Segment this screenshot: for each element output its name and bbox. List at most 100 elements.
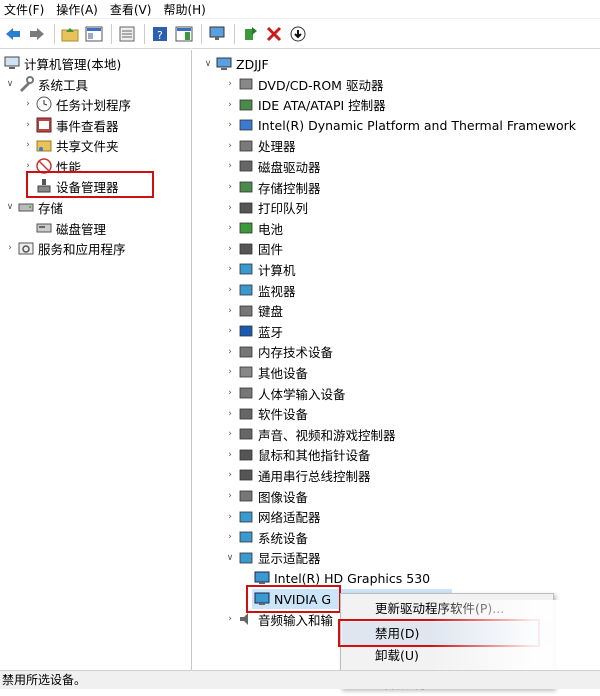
device-category[interactable]: › 通用串行总线控制器 <box>224 465 370 485</box>
expand-arrow-icon[interactable]: › <box>224 450 236 460</box>
show-hide-tree-button[interactable] <box>83 23 105 45</box>
expand-arrow-icon[interactable]: › <box>22 161 34 171</box>
properties-icon <box>119 26 135 41</box>
category-label: 存储控制器 <box>258 180 321 196</box>
expand-arrow-icon[interactable]: › <box>224 203 236 213</box>
device-category[interactable]: › 处理器 <box>224 136 295 156</box>
device-category[interactable]: › 监视器 <box>224 280 295 300</box>
device-label: Intel(R) HD Graphics 530 <box>274 570 431 586</box>
expand-arrow-icon[interactable]: › <box>224 409 236 419</box>
svg-text:?: ? <box>157 29 163 42</box>
tree-item-services-apps[interactable]: › 服务和应用程序 <box>4 238 125 258</box>
menu-action[interactable]: 操作(A) <box>56 1 98 18</box>
expand-arrow-icon[interactable]: › <box>224 491 236 501</box>
device-category[interactable]: › 其他设备 <box>224 362 308 382</box>
expand-arrow-icon[interactable]: › <box>224 120 236 130</box>
device-category[interactable]: › 人体学输入设备 <box>224 383 345 403</box>
device-category[interactable]: › 内存技术设备 <box>224 342 333 362</box>
device-category[interactable]: › 键盘 <box>224 301 283 321</box>
expand-arrow-icon[interactable]: › <box>22 140 34 150</box>
expand-arrow-icon[interactable]: › <box>4 243 16 253</box>
tree-item-disk-management[interactable]: 磁盘管理 <box>34 218 106 238</box>
expand-arrow-icon[interactable]: › <box>224 326 236 336</box>
expand-arrow-icon[interactable]: › <box>224 532 236 542</box>
toolbar-separator <box>54 23 55 44</box>
tree-item-shared-folders[interactable]: › 共享文件夹 <box>22 135 118 155</box>
services-apps-icon <box>18 240 34 256</box>
up-folder-button[interactable] <box>59 23 81 45</box>
collapse-arrow-icon[interactable]: ∨ <box>202 59 214 69</box>
device-category[interactable]: › IDE ATA/ATAPI 控制器 <box>224 95 386 115</box>
menu-uninstall[interactable]: 卸载(U) <box>342 644 552 668</box>
expand-arrow-icon[interactable]: › <box>224 79 236 89</box>
red-x-icon <box>266 26 282 41</box>
enable-device-button[interactable] <box>287 23 309 45</box>
device-category[interactable]: › 磁盘驱动器 <box>224 156 320 176</box>
expand-arrow-icon[interactable]: › <box>22 120 34 130</box>
collapse-arrow-icon[interactable]: ∨ <box>4 202 16 212</box>
expand-arrow-icon[interactable]: › <box>224 367 236 377</box>
device-category[interactable]: › 打印队列 <box>224 198 308 218</box>
help-button[interactable]: ? <box>149 23 171 45</box>
device-category[interactable]: › DVD/CD-ROM 驱动器 <box>224 74 383 94</box>
collapse-arrow-icon[interactable]: ∨ <box>4 79 16 89</box>
tree-item-label: 计算机管理(本地) <box>24 56 122 72</box>
device-category-icon <box>238 447 254 463</box>
menu-update-driver[interactable]: 更新驱动程序软件(P)... <box>342 597 552 621</box>
show-action-pane-button[interactable] <box>173 23 195 45</box>
expand-arrow-icon[interactable]: › <box>224 285 236 295</box>
tree-item-task-scheduler[interactable]: › 任务计划程序 <box>22 94 131 114</box>
menu-help[interactable]: 帮助(H) <box>163 1 205 18</box>
device-category[interactable]: › Intel(R) Dynamic Platform and Thermal F… <box>224 115 576 135</box>
device-category[interactable]: › 图像设备 <box>224 486 308 506</box>
expand-arrow-icon[interactable]: › <box>224 244 236 254</box>
update-driver-button[interactable] <box>239 23 261 45</box>
device-category[interactable]: › 蓝牙 <box>224 321 283 341</box>
device-category[interactable]: › 电池 <box>224 218 283 238</box>
device-category[interactable]: › 系统设备 <box>224 527 308 547</box>
tree-item-label: 任务计划程序 <box>56 97 132 113</box>
expand-arrow-icon[interactable]: › <box>224 512 236 522</box>
device-category-icon <box>238 406 254 422</box>
expand-arrow-icon[interactable]: › <box>224 223 236 233</box>
expand-arrow-icon[interactable]: › <box>224 306 236 316</box>
device-tree-root[interactable]: ∨ ZDJJF <box>202 54 269 74</box>
category-label: 鼠标和其他指针设备 <box>258 448 371 464</box>
device-category[interactable]: › 固件 <box>224 239 283 259</box>
uninstall-device-button[interactable] <box>263 23 285 45</box>
expand-arrow-icon[interactable]: › <box>224 614 236 624</box>
tree-item-storage[interactable]: ∨ 存储 <box>4 197 63 217</box>
expand-arrow-icon[interactable]: › <box>224 347 236 357</box>
expand-arrow-icon[interactable]: › <box>224 100 236 110</box>
menu-view[interactable]: 查看(V) <box>110 1 152 18</box>
collapse-arrow-icon[interactable]: ∨ <box>224 553 236 563</box>
highlight-disable-item <box>338 619 540 647</box>
menu-file[interactable]: 文件(F) <box>4 1 44 18</box>
expand-arrow-icon[interactable]: › <box>224 141 236 151</box>
properties-button[interactable] <box>116 23 138 45</box>
tree-item-label: 事件查看器 <box>56 118 119 134</box>
expand-arrow-icon[interactable]: › <box>224 388 236 398</box>
device-category[interactable]: › 鼠标和其他指针设备 <box>224 445 371 465</box>
tree-item-label: 存储 <box>38 200 64 216</box>
tree-item-computer-management[interactable]: 计算机管理(本地) <box>2 53 121 73</box>
tree-item-label: 磁盘管理 <box>56 221 107 237</box>
device-category[interactable]: › 软件设备 <box>224 404 308 424</box>
device-category[interactable]: › 计算机 <box>224 259 295 279</box>
expand-arrow-icon[interactable]: › <box>224 264 236 274</box>
expand-arrow-icon[interactable]: › <box>22 99 34 109</box>
device-category[interactable]: › 存储控制器 <box>224 177 321 197</box>
back-button[interactable] <box>2 23 24 45</box>
device-category[interactable]: › 声音、视频和游戏控制器 <box>224 424 395 444</box>
tree-item-event-viewer[interactable]: › 事件查看器 <box>22 115 119 135</box>
device-category[interactable]: ∨ 显示适配器 <box>224 548 321 568</box>
forward-button[interactable] <box>26 23 48 45</box>
device-category[interactable]: › 网络适配器 <box>224 507 320 527</box>
expand-arrow-icon[interactable]: › <box>224 429 236 439</box>
scan-hardware-button[interactable] <box>206 23 228 45</box>
expand-arrow-icon[interactable]: › <box>224 182 236 192</box>
expand-arrow-icon[interactable]: › <box>224 470 236 480</box>
tree-item-system-tools[interactable]: ∨ 系统工具 <box>4 74 88 94</box>
expand-arrow-icon[interactable]: › <box>224 161 236 171</box>
device-tree-pane: ∨ ZDJJF › DVD/CD-ROM 驱动器 › IDE ATA/ATAPI 控制… <box>198 50 600 670</box>
